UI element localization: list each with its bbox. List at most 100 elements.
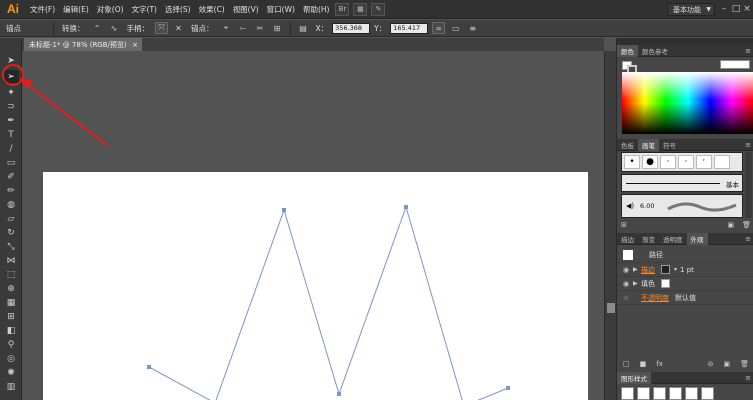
line-icon[interactable]: / [3, 142, 19, 155]
menu-object[interactable]: 对象(O) [93, 4, 128, 15]
panel-menu-icon[interactable]: ≡ [745, 47, 751, 55]
hide-handles-icon[interactable]: ✕ [172, 22, 185, 34]
transform-icon[interactable]: ▭ [449, 22, 462, 34]
graphic-style-item[interactable] [653, 387, 666, 400]
panel-menu-icon[interactable]: ≡ [466, 22, 479, 34]
show-handles-icon[interactable]: ⤧ [155, 22, 168, 34]
eraser-icon[interactable]: ▱ [3, 212, 19, 225]
menu-select[interactable]: 选择(S) [161, 4, 195, 15]
tab-transparency[interactable]: 透明度 [659, 233, 687, 245]
stroke-link[interactable]: 描边 [641, 265, 655, 275]
tab-stroke[interactable]: 描边 [617, 233, 638, 245]
graphic-style-default[interactable] [621, 387, 634, 400]
menu-effect[interactable]: 效果(C) [195, 4, 229, 15]
paintbrush-icon[interactable]: ✐ [3, 170, 19, 183]
menu-view[interactable]: 视图(V) [229, 4, 263, 15]
clear-appearance-icon[interactable]: ⊘ [708, 360, 714, 370]
tab-color-guide[interactable]: 颜色参考 [638, 45, 672, 57]
minimize-icon[interactable]: – [719, 2, 729, 16]
style-icon[interactable]: ✎ [371, 2, 386, 16]
eyedropper-icon[interactable]: ⚲ [3, 338, 19, 351]
free-transform-icon[interactable]: ⬚ [3, 268, 19, 281]
eye-icon[interactable]: ◉ [623, 266, 633, 274]
brush-dot-large[interactable]: ● [642, 155, 658, 169]
cut-path-icon[interactable]: ✂ [254, 22, 267, 34]
tab-swatches[interactable]: 色板 [617, 139, 638, 151]
graphic-style-item[interactable] [685, 387, 698, 400]
gradient-icon[interactable]: ◧ [3, 324, 19, 337]
close-icon[interactable]: × [132, 41, 138, 49]
canvas-area[interactable] [22, 51, 604, 400]
convert-smooth-icon[interactable]: ∿ [108, 22, 121, 34]
menu-edit[interactable]: 编辑(E) [59, 4, 93, 15]
graph-icon[interactable]: ▥ [3, 380, 19, 393]
maximize-icon[interactable]: □ [731, 2, 741, 16]
scale-icon[interactable]: ⤡ [3, 240, 19, 253]
expand-triangle-icon[interactable]: ▶ [633, 280, 641, 287]
delete-item-icon[interactable]: 🗑 [740, 360, 749, 370]
isolate-icon[interactable]: ⊞ [271, 22, 284, 34]
hex-field[interactable] [720, 60, 750, 69]
direct-selection-icon[interactable]: ➢ [3, 70, 19, 83]
remove-anchor-icon[interactable]: ⌖ [220, 22, 233, 34]
appearance-opacity-row[interactable]: ◉ 不透明度 默认值 [617, 291, 753, 305]
brush-dot-tiny[interactable]: · [660, 155, 676, 169]
constrain-proportions-icon[interactable]: ∞ [432, 22, 446, 34]
brush-blank[interactable] [714, 155, 730, 169]
canvas-vertical-scrollbar[interactable] [604, 51, 616, 400]
add-fill-icon[interactable]: ■ [640, 360, 647, 370]
brush-dot-pin[interactable]: ˑ [696, 155, 712, 169]
x-field[interactable]: 356.368 [332, 22, 371, 34]
duplicate-item-icon[interactable]: ▣ [723, 360, 730, 370]
tab-brushes[interactable]: 画笔 [638, 138, 659, 151]
eye-icon[interactable]: ◉ [623, 294, 633, 302]
expand-triangle-icon[interactable]: ▶ [633, 266, 641, 273]
menu-file[interactable]: 文件(F) [26, 4, 59, 15]
menu-window[interactable]: 窗口(W) [263, 4, 299, 15]
chevron-down-icon[interactable]: ▾ [674, 266, 677, 273]
graphic-style-item[interactable] [701, 387, 714, 400]
blend-icon[interactable]: ◎ [3, 352, 19, 365]
appearance-fill-row[interactable]: ◉ ▶ 填色 [617, 277, 753, 291]
delete-brush-icon[interactable]: 🗑 [742, 221, 751, 231]
panel-menu-icon[interactable]: ≡ [745, 141, 751, 149]
color-spectrum[interactable] [622, 72, 753, 134]
new-brush-icon[interactable]: ▣ [727, 221, 734, 231]
shape-builder-icon[interactable]: ⊕ [3, 282, 19, 295]
panel-menu-icon[interactable]: ≡ [745, 374, 751, 382]
y-field[interactable]: 165.417 [390, 22, 429, 34]
add-stroke-icon[interactable]: □ [623, 360, 630, 370]
graphic-style-item[interactable] [669, 387, 682, 400]
fill-color-swatch[interactable] [661, 279, 670, 288]
close-icon[interactable]: × [742, 2, 752, 16]
arrange-icon[interactable]: ▦ [353, 2, 368, 16]
appearance-stroke-row[interactable]: ◉ ▶ 描边 ▾ 1 pt [617, 263, 753, 277]
symbol-sprayer-icon[interactable]: ✺ [3, 366, 19, 379]
brushes-scrollbar[interactable] [745, 152, 752, 218]
brush-dot-mini[interactable]: · [678, 155, 694, 169]
tab-symbols[interactable]: 符号 [659, 139, 680, 151]
tab-gradient[interactable]: 渐变 [638, 233, 659, 245]
pen-icon[interactable]: ✒ [3, 114, 19, 127]
artboard[interactable] [43, 172, 588, 400]
brush-library-icon[interactable]: ⊞ [621, 221, 627, 231]
mesh-icon[interactable]: ⊞ [3, 310, 19, 323]
blob-brush-icon[interactable]: ◍ [3, 198, 19, 211]
menu-type[interactable]: 文字(T) [128, 4, 161, 15]
bridge-icon[interactable]: Br [335, 2, 350, 16]
eye-icon[interactable]: ◉ [623, 280, 633, 288]
add-effect-icon[interactable]: fx [656, 360, 663, 370]
path-drawing[interactable] [43, 172, 588, 400]
document-tab[interactable]: 未标题-1* @ 78% (RGB/预览) × [24, 38, 142, 51]
lasso-icon[interactable]: ⊃ [3, 100, 19, 113]
tab-color[interactable]: 颜色 [617, 44, 638, 57]
panel-menu-icon[interactable]: ≡ [745, 235, 751, 243]
brush-basic-row[interactable]: 基本 [621, 174, 743, 192]
type-icon[interactable]: T [3, 128, 19, 141]
align-icon[interactable]: ▤ [297, 22, 310, 34]
stroke-weight-value[interactable]: 1 pt [680, 266, 694, 274]
brush-dot-small[interactable]: • [624, 155, 640, 169]
opacity-link[interactable]: 不透明度 [641, 293, 669, 303]
pencil-icon[interactable]: ✏ [3, 184, 19, 197]
convert-corner-icon[interactable]: ⌃ [91, 22, 104, 34]
